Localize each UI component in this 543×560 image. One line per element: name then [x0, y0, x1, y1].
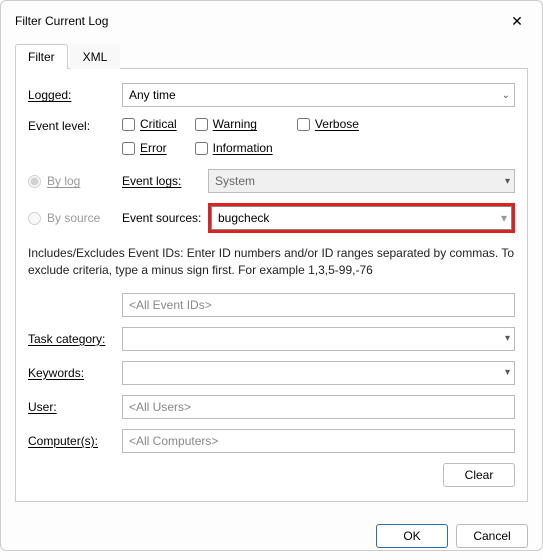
chevron-down-icon: ▾	[505, 176, 510, 187]
dialog-content: Filter XML Logged: Any time ⌄ Event leve…	[1, 39, 542, 512]
logged-value: Any time	[129, 88, 176, 102]
checkbox-error[interactable]: Error	[122, 141, 167, 155]
task-category-combo[interactable]: ▾	[122, 327, 515, 351]
tab-filter[interactable]: Filter	[15, 44, 68, 69]
checkbox-information[interactable]: Information	[195, 141, 273, 155]
checkbox-critical[interactable]: Critical	[122, 117, 177, 131]
radio-by-source	[28, 212, 41, 225]
label-event-sources: Event sources:	[122, 211, 201, 225]
chevron-down-icon: ▾	[505, 333, 510, 344]
tab-xml[interactable]: XML	[70, 44, 121, 69]
clear-button[interactable]: Clear	[443, 463, 515, 487]
logged-combo[interactable]: Any time ⌄	[122, 83, 515, 107]
label-event-level: Event level:	[28, 119, 90, 133]
event-logs-combo: System ▾	[208, 169, 515, 193]
window-title: Filter Current Log	[15, 14, 108, 28]
label-task-category: Task category:	[28, 332, 105, 346]
event-sources-highlight: ▾	[208, 203, 515, 233]
label-by-log: By log	[47, 174, 80, 188]
chevron-down-icon: ▾	[505, 367, 510, 378]
ok-button[interactable]: OK	[376, 524, 448, 548]
close-icon: ✕	[511, 13, 523, 29]
titlebar: Filter Current Log ✕	[1, 1, 542, 39]
chevron-down-icon: ⌄	[502, 90, 510, 101]
note-text: Includes/Excludes Event IDs: Enter ID nu…	[28, 245, 515, 279]
cancel-button[interactable]: Cancel	[456, 524, 528, 548]
keywords-combo[interactable]: ▾	[122, 361, 515, 385]
event-logs-value: System	[215, 174, 255, 188]
label-keywords: Keywords:	[28, 366, 84, 380]
close-button[interactable]: ✕	[502, 9, 532, 33]
event-sources-input[interactable]	[218, 212, 495, 225]
label-event-logs: Event logs:	[122, 174, 181, 188]
chevron-down-icon[interactable]: ▾	[501, 211, 507, 225]
dialog-footer: OK Cancel	[1, 512, 542, 560]
event-sources-combo[interactable]: ▾	[211, 206, 512, 230]
event-ids-input[interactable]	[122, 293, 515, 317]
label-user: User:	[28, 400, 57, 414]
checkbox-verbose[interactable]: Verbose	[297, 117, 359, 131]
tab-strip: Filter XML	[15, 43, 528, 69]
label-logged: Logged:	[28, 88, 71, 102]
label-by-source: By source	[47, 211, 100, 225]
label-computers: Computer(s):	[28, 434, 98, 448]
radio-by-log	[28, 175, 41, 188]
computers-input[interactable]	[122, 429, 515, 453]
checkbox-warning[interactable]: Warning	[195, 117, 257, 131]
user-input[interactable]	[122, 395, 515, 419]
filter-pane: Logged: Any time ⌄ Event level: Critical…	[15, 69, 528, 502]
